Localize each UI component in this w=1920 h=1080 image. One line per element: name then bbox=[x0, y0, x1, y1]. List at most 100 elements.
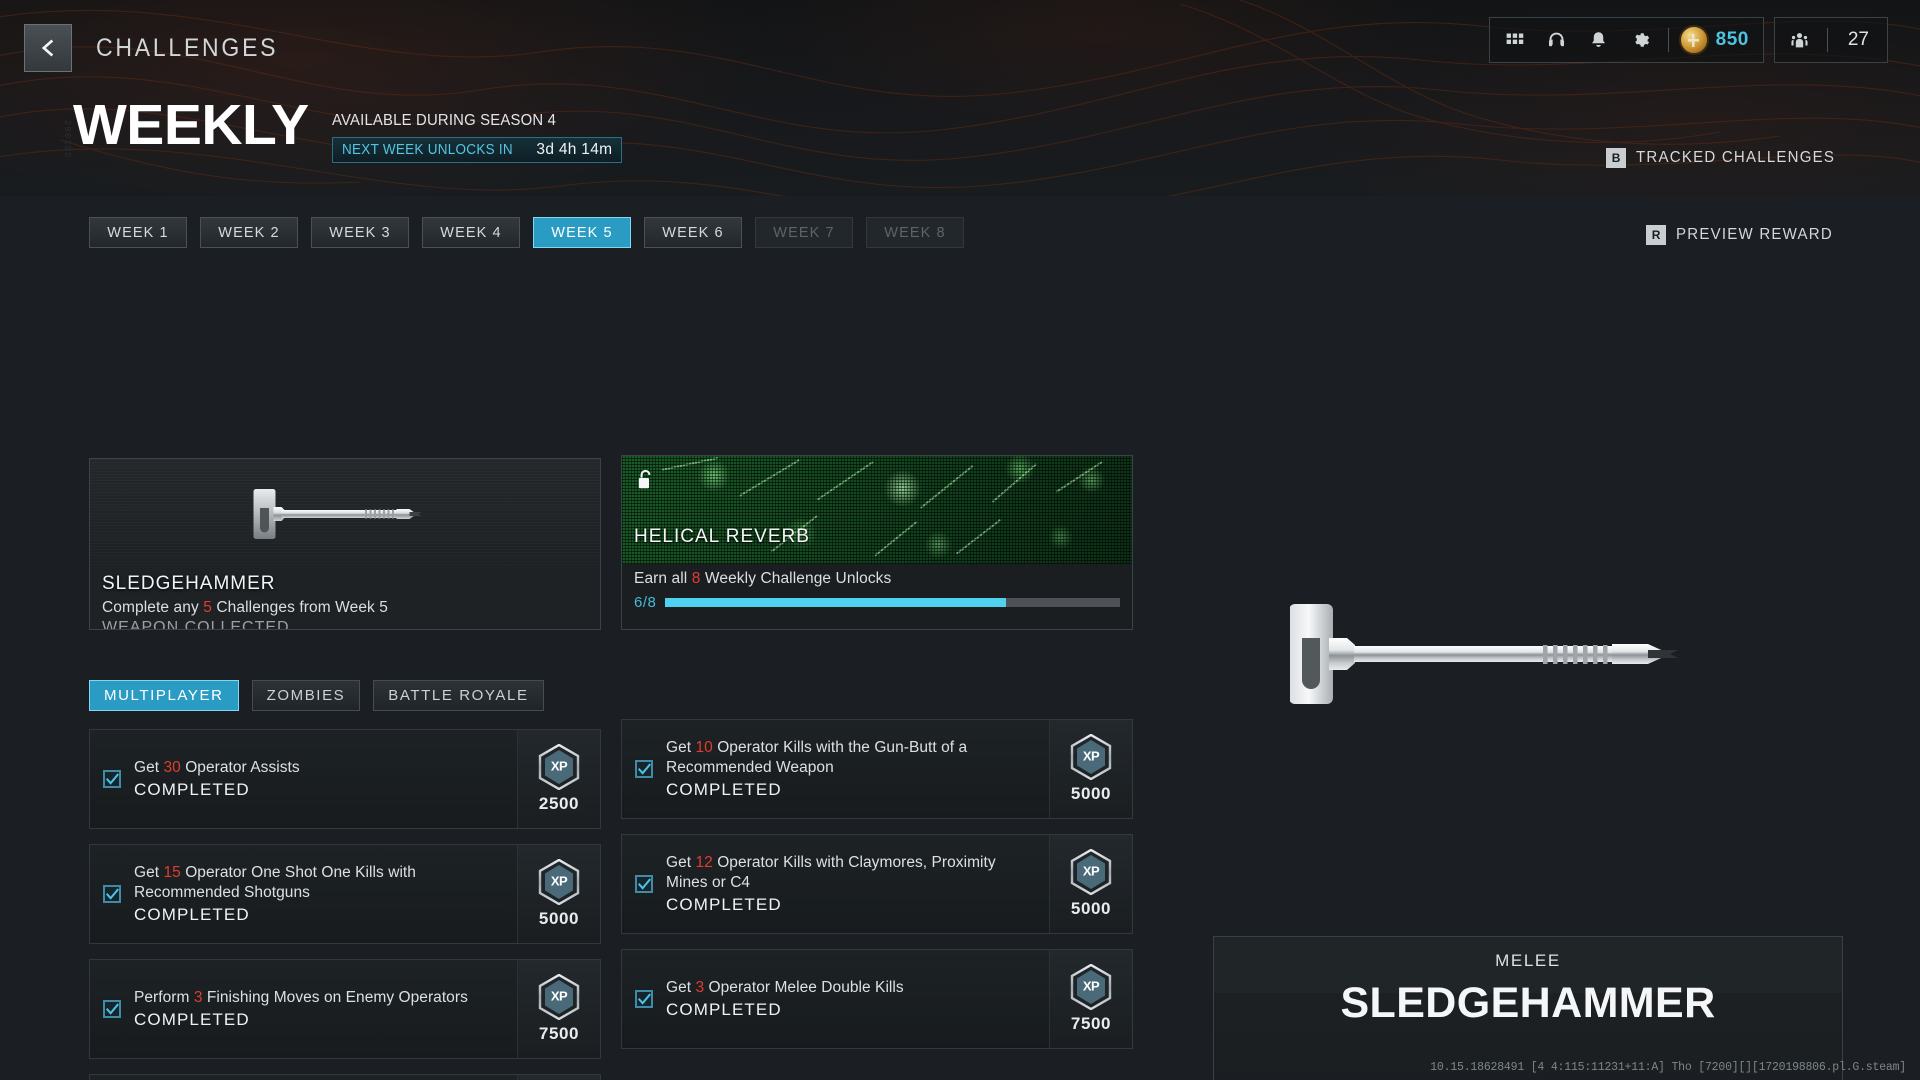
challenge-checkbox[interactable] bbox=[90, 1000, 134, 1018]
svg-text:XP: XP bbox=[551, 759, 568, 774]
week-tab-8[interactable]: WEEK 8 bbox=[866, 217, 964, 248]
challenge-row[interactable]: Perform 3 Finishing Moves on Enemy Opera… bbox=[89, 959, 601, 1059]
header-band: 29019S CHALLENGES 850 27 WEEKLY AVAILABL… bbox=[0, 0, 1920, 196]
challenge-checkbox[interactable] bbox=[90, 885, 134, 903]
weapon-name: SLEDGEHAMMER bbox=[1340, 979, 1716, 1027]
challenge-xp-reward: XP 7500 bbox=[517, 960, 600, 1058]
challenge-row[interactable]: Get 3 Operator Melee Double Kills COMPLE… bbox=[621, 949, 1133, 1049]
reward-card-helical-reverb[interactable]: HELICAL REVERB Earn all 8 Weekly Challen… bbox=[621, 455, 1133, 630]
notifications-bell-icon bbox=[1592, 31, 1606, 47]
week-tab-6[interactable]: WEEK 6 bbox=[644, 217, 742, 248]
grid-apps-button[interactable] bbox=[1494, 18, 1536, 62]
challenge-xp-amount: 5000 bbox=[1070, 899, 1112, 918]
mode-tab-zombies[interactable]: ZOMBIES bbox=[251, 680, 361, 711]
helical-card-footer: HELICAL REVERB Earn all 8 Weekly Challen… bbox=[622, 526, 1132, 629]
challenge-xp-amount: 7500 bbox=[1070, 1014, 1112, 1033]
challenge-description: Get 10 Operator Kills with the Gun-Butt … bbox=[666, 738, 1041, 778]
svg-text:XP: XP bbox=[551, 874, 568, 889]
challenge-row[interactable]: Get 12 Operator Kills with Claymores, Pr… bbox=[621, 834, 1133, 934]
challenge-target-count: 10 bbox=[695, 739, 713, 757]
challenge-body: Get 10 Operator Kills with the Gun-Butt … bbox=[666, 738, 1049, 800]
week-tab-1[interactable]: WEEK 1 bbox=[89, 217, 187, 248]
checkmark-icon bbox=[105, 1002, 119, 1015]
week-tab-7[interactable]: WEEK 7 bbox=[755, 217, 853, 248]
challenge-body: Perform 3 Finishing Moves on Enemy Opera… bbox=[134, 988, 517, 1030]
challenge-status: COMPLETED bbox=[134, 904, 250, 924]
preview-reward-button[interactable]: R PREVIEW REWARD bbox=[1646, 225, 1843, 245]
hero-title: WEEKLY bbox=[73, 93, 309, 157]
challenge-prefix: Get bbox=[134, 864, 164, 882]
headphones-icon bbox=[1549, 32, 1565, 46]
challenge-target-count: 15 bbox=[163, 864, 181, 882]
hero-subtitle: AVAILABLE DURING SEASON 4 bbox=[331, 112, 556, 129]
challenge-checkbox[interactable] bbox=[622, 875, 666, 893]
desc-highlight: 5 bbox=[203, 599, 212, 616]
challenge-checkbox[interactable] bbox=[622, 990, 666, 1008]
toolbar-squad-group: 27 bbox=[1773, 17, 1888, 63]
settings-button[interactable] bbox=[1620, 18, 1662, 62]
checkbox-box bbox=[635, 875, 653, 893]
challenge-body: Get 3 Operator Melee Double Kills COMPLE… bbox=[666, 978, 1049, 1020]
checkmark-icon bbox=[637, 992, 651, 1005]
challenge-xp-amount: 2500 bbox=[538, 794, 580, 813]
challenge-row[interactable]: Get 10 Operator Kills with the Gun-Butt … bbox=[621, 719, 1133, 819]
sledgehammer-card-status: WEAPON COLLECTED bbox=[102, 619, 290, 630]
challenge-row[interactable]: Get 30 Operator Assists COMPLETED XP 250… bbox=[89, 729, 601, 829]
checkbox-box bbox=[103, 1000, 121, 1018]
mode-tab-multiplayer[interactable]: MULTIPLAYER bbox=[89, 680, 239, 711]
sledgehammer-weapon-art bbox=[90, 459, 600, 565]
sledgehammer-card-desc: Complete any 5 Challenges from Week 5 bbox=[102, 599, 588, 617]
challenge-target-count: 3 bbox=[193, 989, 203, 1007]
cod-points-button[interactable]: 850 bbox=[1675, 25, 1759, 55]
decorative-serial: 29019S bbox=[62, 120, 72, 159]
chevron-left-icon bbox=[41, 39, 54, 57]
desc-prefix: Complete any bbox=[102, 599, 204, 616]
challenge-checkbox[interactable] bbox=[622, 760, 666, 778]
challenge-description: Perform 3 Finishing Moves on Enemy Opera… bbox=[134, 988, 509, 1008]
challenge-row[interactable]: Get 2 Operator Fury Kills with a Recomme… bbox=[89, 1074, 601, 1080]
squad-count: 27 bbox=[1847, 29, 1869, 50]
checkmark-icon bbox=[105, 772, 119, 785]
sledgehammer-card-name: SLEDGEHAMMER bbox=[102, 573, 276, 594]
page-title: CHALLENGES bbox=[96, 33, 279, 62]
desc-suffix: Challenges from Week 5 bbox=[211, 599, 389, 616]
challenge-xp-reward: XP 7500 bbox=[1049, 950, 1132, 1048]
toolbar-main-group: 850 bbox=[1488, 17, 1764, 63]
challenge-row[interactable]: Get 15 Operator One Shot One Kills with … bbox=[89, 844, 601, 944]
settings-gear-icon bbox=[1635, 32, 1650, 47]
squad-members-icon bbox=[1791, 32, 1808, 47]
notifications-button[interactable] bbox=[1578, 18, 1620, 62]
keybind-r: R bbox=[1646, 225, 1667, 245]
challenge-xp-amount: 5000 bbox=[538, 909, 580, 928]
week-tab-2[interactable]: WEEK 2 bbox=[200, 217, 298, 248]
challenge-prefix: Get bbox=[666, 739, 696, 757]
headphones-button[interactable] bbox=[1536, 18, 1578, 62]
week-tab-5[interactable]: WEEK 5 bbox=[533, 217, 631, 248]
week-tab-3[interactable]: WEEK 3 bbox=[311, 217, 409, 248]
content-area: R PREVIEW REWARD WEEK 1 WEEK 2 WEEK 3 WE… bbox=[0, 196, 1920, 1080]
challenge-target-count: 3 bbox=[695, 979, 705, 997]
timer-value: 3d 4h 14m bbox=[536, 141, 613, 158]
challenge-checkbox[interactable] bbox=[90, 770, 134, 788]
challenge-suffix: Operator Assists bbox=[180, 759, 300, 777]
mode-tab-battle-royale[interactable]: BATTLE ROYALE bbox=[373, 680, 544, 711]
checkbox-box bbox=[635, 760, 653, 778]
xp-hexagon-icon: XP bbox=[538, 744, 580, 790]
challenge-description: Get 30 Operator Assists bbox=[134, 758, 509, 778]
checkbox-box bbox=[103, 885, 121, 903]
back-button[interactable] bbox=[24, 24, 72, 72]
challenge-prefix: Perform bbox=[134, 989, 194, 1007]
squad-button[interactable] bbox=[1779, 18, 1821, 62]
tracked-challenges-button[interactable]: B TRACKED CHALLENGES bbox=[1606, 148, 1848, 168]
challenge-prefix: Get bbox=[666, 979, 696, 997]
challenge-description: Get 15 Operator One Shot One Kills with … bbox=[134, 863, 509, 903]
week-tab-4[interactable]: WEEK 4 bbox=[422, 217, 520, 248]
challenge-body: Get 30 Operator Assists COMPLETED bbox=[134, 758, 517, 800]
grid-apps-icon bbox=[1506, 33, 1524, 44]
reward-card-sledgehammer[interactable]: SLEDGEHAMMER Complete any 5 Challenges f… bbox=[89, 458, 601, 630]
xp-hexagon-icon: XP bbox=[538, 859, 580, 905]
challenge-suffix: Finishing Moves on Enemy Operators bbox=[202, 989, 468, 1007]
checkmark-icon bbox=[105, 887, 119, 900]
challenge-status: COMPLETED bbox=[666, 999, 782, 1019]
challenge-description: Get 12 Operator Kills with Claymores, Pr… bbox=[666, 853, 1041, 893]
